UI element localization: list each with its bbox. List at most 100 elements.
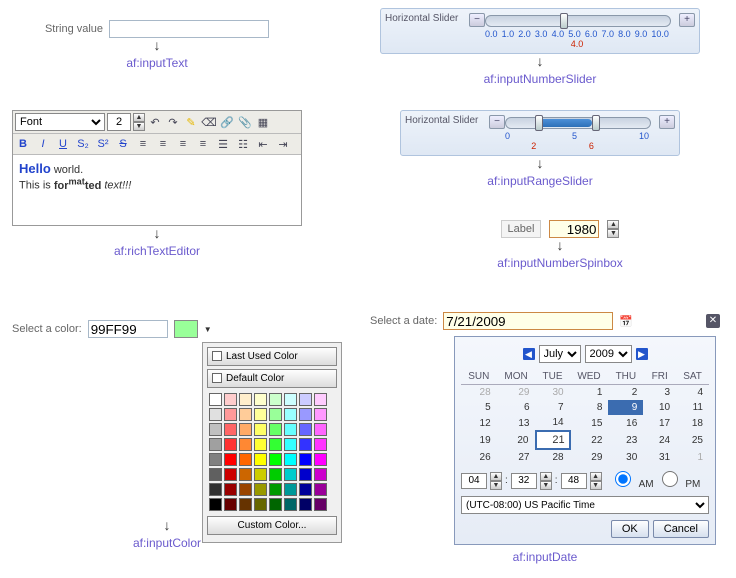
minute-input[interactable] [511,473,537,489]
color-cell[interactable] [239,393,252,406]
bold-icon[interactable]: B [15,136,31,152]
slider-plus-button[interactable]: + [659,115,675,129]
color-cell[interactable] [239,408,252,421]
color-cell[interactable] [284,468,297,481]
color-cell[interactable] [239,498,252,511]
color-cell[interactable] [284,408,297,421]
slider-track[interactable] [505,117,651,129]
calendar-day[interactable]: 31 [643,449,676,465]
color-cell[interactable] [284,423,297,436]
color-cell[interactable] [284,498,297,511]
color-cell[interactable] [254,483,267,496]
color-cell[interactable] [254,453,267,466]
color-cell[interactable] [269,438,282,451]
color-cell[interactable] [269,393,282,406]
align-justify-icon[interactable]: ≡ [195,136,211,152]
font-select[interactable]: Font [15,113,105,131]
last-used-color-button[interactable]: Last Used Color [207,347,337,366]
color-cell[interactable] [224,468,237,481]
link-icon[interactable]: 🔗 [219,114,235,130]
color-cell[interactable] [314,408,327,421]
calendar-day[interactable]: 29 [570,449,609,465]
input-text-field[interactable] [109,20,269,38]
calendar-day[interactable]: 3 [643,385,676,401]
color-cell[interactable] [254,408,267,421]
color-cell[interactable] [239,483,252,496]
am-radio[interactable]: AM [610,471,653,490]
color-cell[interactable] [224,483,237,496]
underline-icon[interactable]: U [55,136,71,152]
color-cell[interactable] [269,498,282,511]
calendar-day[interactable]: 11 [676,400,709,415]
color-cell[interactable] [314,453,327,466]
color-cell[interactable] [314,438,327,451]
color-cell[interactable] [299,453,312,466]
calendar-day[interactable]: 28 [536,449,570,465]
calendar-day[interactable]: 27 [497,449,536,465]
calendar-day[interactable]: 23 [608,431,643,449]
color-cell[interactable] [239,468,252,481]
color-cell[interactable] [299,483,312,496]
calendar-day[interactable]: 14 [536,415,570,431]
italic-icon[interactable]: I [35,136,51,152]
color-cell[interactable] [269,423,282,436]
subscript-icon[interactable]: S₂ [75,136,91,152]
calendar-day[interactable]: 16 [608,415,643,431]
font-size-spinner[interactable]: ▲▼ [133,113,145,131]
slider-plus-button[interactable]: + [679,13,695,27]
color-cell[interactable] [299,438,312,451]
color-cell[interactable] [254,468,267,481]
color-cell[interactable] [314,498,327,511]
calendar-day[interactable]: 9 [608,400,643,415]
calendar-day[interactable]: 21 [536,431,570,449]
color-cell[interactable] [269,453,282,466]
color-cell[interactable] [209,483,222,496]
more-icon[interactable]: ▦ [255,114,271,130]
color-cell[interactable] [224,453,237,466]
color-cell[interactable] [254,423,267,436]
spinbox-input[interactable] [549,220,599,238]
color-cell[interactable] [284,438,297,451]
calendar-day[interactable]: 2 [608,385,643,401]
custom-color-button[interactable]: Custom Color... [207,516,337,535]
unordered-list-icon[interactable]: ☷ [235,136,251,152]
color-cell[interactable] [299,408,312,421]
cancel-button[interactable]: Cancel [653,520,709,538]
color-cell[interactable] [209,498,222,511]
undo-icon[interactable]: ↶ [147,114,163,130]
color-cell[interactable] [209,468,222,481]
hour-input[interactable] [461,473,487,489]
color-cell[interactable] [299,468,312,481]
ordered-list-icon[interactable]: ☰ [215,136,231,152]
align-left-icon[interactable]: ≡ [135,136,151,152]
color-cell[interactable] [284,483,297,496]
color-cell[interactable] [254,438,267,451]
year-select[interactable]: 2009 [585,345,632,363]
calendar-day[interactable]: 22 [570,431,609,449]
calendar-day[interactable]: 30 [608,449,643,465]
calendar-day[interactable]: 7 [536,400,570,415]
calendar-day[interactable]: 25 [676,431,709,449]
font-size-input[interactable] [107,113,131,131]
color-cell[interactable] [299,423,312,436]
prev-month-icon[interactable]: ◀ [523,348,535,360]
next-month-icon[interactable]: ▶ [636,348,648,360]
calendar-day[interactable]: 13 [497,415,536,431]
color-cell[interactable] [224,423,237,436]
calendar-icon[interactable]: 📅 [619,315,633,328]
slider-minus-button[interactable]: − [489,115,505,129]
color-value-input[interactable] [88,320,168,338]
calendar-day[interactable]: 12 [461,415,497,431]
calendar-day[interactable]: 1 [570,385,609,401]
calendar-day[interactable]: 5 [461,400,497,415]
timezone-select[interactable]: (UTC-08:00) US Pacific Time [461,496,709,514]
align-center-icon[interactable]: ≡ [155,136,171,152]
color-cell[interactable] [224,438,237,451]
date-input[interactable] [443,312,613,330]
indent-icon[interactable]: ⇥ [275,136,291,152]
calendar-day[interactable]: 17 [643,415,676,431]
calendar-day[interactable]: 1 [676,449,709,465]
color-cell[interactable] [284,453,297,466]
color-cell[interactable] [269,468,282,481]
color-cell[interactable] [209,438,222,451]
